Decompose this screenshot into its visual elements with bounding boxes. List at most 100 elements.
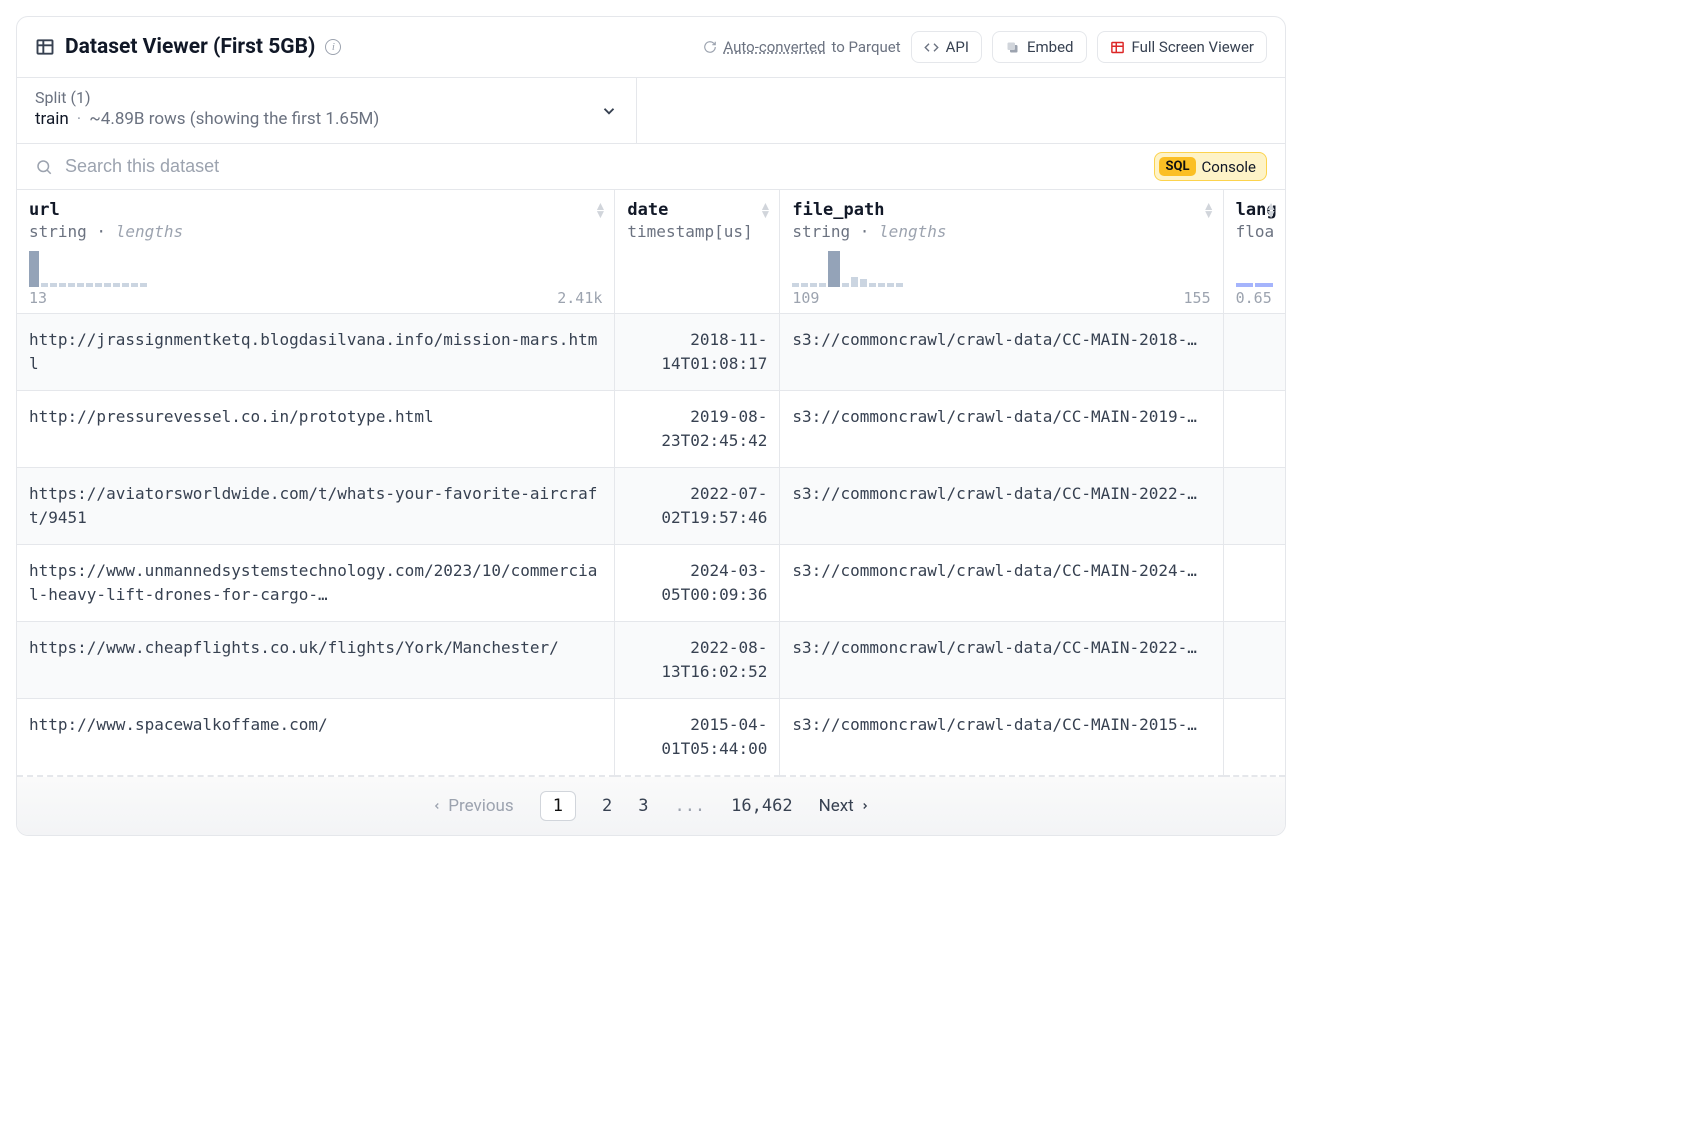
cell-lang: [1223, 314, 1285, 391]
page-3[interactable]: 3: [638, 796, 648, 816]
cell-url: http://jrassignmentketq.blogdasilvana.in…: [17, 314, 615, 391]
cell-lang: [1223, 391, 1285, 468]
column-header-date[interactable]: date timestamp[us] ▲▼: [615, 190, 780, 314]
code-icon: [924, 40, 939, 55]
console-label: Console: [1202, 158, 1257, 176]
cell-date: 2022-08- 13T16:02:52: [615, 622, 780, 699]
page-title: Dataset Viewer (First 5GB): [65, 35, 315, 59]
prev-label: Previous: [448, 796, 513, 816]
split-row: Split (1) train · ~4.89B rows (showing t…: [17, 78, 1285, 144]
split-empty: [637, 78, 1285, 143]
col-name: date: [627, 200, 767, 220]
cell-lang: [1223, 622, 1285, 699]
search-input[interactable]: [65, 156, 1142, 177]
col-type: floa: [1236, 222, 1273, 241]
cell-url: https://aviatorsworldwide.com/t/whats-yo…: [17, 468, 615, 545]
histogram-labels: 132.41k: [29, 289, 602, 307]
table-row[interactable]: https://www.unmannedsystemstechnology.co…: [17, 545, 1285, 622]
header-left: Dataset Viewer (First 5GB) i: [35, 35, 341, 59]
chevron-right-icon: [860, 800, 870, 812]
split-label: Split (1): [35, 88, 618, 107]
cell-date: 2022-07- 02T19:57:46: [615, 468, 780, 545]
data-table: url string · lengths ▲▼ 132.41k date timestam…: [17, 190, 1285, 777]
col-type: string · lengths: [792, 222, 1210, 241]
table-row[interactable]: http://pressurevessel.co.in/prototype.ht…: [17, 391, 1285, 468]
next-button[interactable]: Next: [819, 796, 870, 816]
split-name: train: [35, 109, 69, 129]
table-grid-icon: [1110, 40, 1125, 55]
auto-convert-note: Auto-converted to Parquet: [703, 38, 900, 56]
col-name: file_path: [792, 200, 1210, 220]
page-ellipsis: ...: [674, 796, 705, 816]
search-icon: [35, 158, 53, 176]
histogram-labels: 109155: [792, 289, 1210, 307]
chevron-left-icon: [432, 800, 442, 812]
page-numbers: 1 2 3... 16,462: [540, 791, 793, 821]
embed-button[interactable]: Embed: [992, 31, 1087, 63]
cell-filepath: s3://commoncrawl/crawl-data/CC-MAIN-2015…: [780, 699, 1223, 777]
page-2[interactable]: 2: [602, 796, 612, 816]
fullscreen-button[interactable]: Full Screen Viewer: [1097, 31, 1268, 63]
prev-button[interactable]: Previous: [432, 796, 513, 816]
table-body: http://jrassignmentketq.blogdasilvana.in…: [17, 314, 1285, 777]
sort-icon[interactable]: ▲▼: [1203, 202, 1215, 218]
pagination: Previous 1 2 3... 16,462 Next: [17, 777, 1285, 835]
cell-date: 2015-04- 01T05:44:00: [615, 699, 780, 777]
copy-icon: [1005, 40, 1020, 55]
split-detail: train · ~4.89B rows (showing the first 1…: [35, 109, 618, 129]
refresh-icon: [703, 40, 717, 54]
table-wrap: url string · lengths ▲▼ 132.41k date timestam…: [17, 190, 1285, 777]
header: Dataset Viewer (First 5GB) i Auto-conver…: [17, 17, 1285, 78]
header-right: Auto-converted to Parquet API Embed: [703, 31, 1267, 63]
cell-date: 2018-11- 14T01:08:17: [615, 314, 780, 391]
cell-url: https://www.cheapflights.co.uk/flights/Y…: [17, 622, 615, 699]
header-row: url string · lengths ▲▼ 132.41k date timestam…: [17, 190, 1285, 314]
cell-lang: [1223, 545, 1285, 622]
histogram: [792, 251, 1210, 287]
auto-convert-link[interactable]: Auto-converted: [723, 38, 825, 56]
next-label: Next: [819, 796, 854, 816]
cell-url: https://www.unmannedsystemstechnology.co…: [17, 545, 615, 622]
histogram: [1236, 251, 1273, 287]
info-icon[interactable]: i: [325, 39, 341, 55]
cell-url: http://www.spacewalkoffame.com/: [17, 699, 615, 777]
table-row[interactable]: http://www.spacewalkoffame.com/2015-04- …: [17, 699, 1285, 777]
split-selector[interactable]: Split (1) train · ~4.89B rows (showing t…: [17, 78, 637, 143]
sql-badge: SQL: [1159, 157, 1195, 176]
sort-icon[interactable]: ▲▼: [1265, 202, 1277, 218]
cell-date: 2019-08- 23T02:45:42: [615, 391, 780, 468]
fullscreen-label: Full Screen Viewer: [1132, 38, 1255, 56]
histogram: [29, 251, 602, 287]
sort-icon[interactable]: ▲▼: [595, 202, 607, 218]
cell-lang: [1223, 699, 1285, 777]
auto-convert-suffix: to Parquet: [831, 38, 900, 56]
cell-filepath: s3://commoncrawl/crawl-data/CC-MAIN-2019…: [780, 391, 1223, 468]
cell-filepath: s3://commoncrawl/crawl-data/CC-MAIN-2018…: [780, 314, 1223, 391]
split-separator: ·: [77, 109, 81, 129]
chevron-down-icon: [600, 102, 618, 120]
column-header-url[interactable]: urlstring · lengths▲▼132.41k: [17, 190, 615, 314]
histogram-labels: 0.65: [1236, 289, 1273, 307]
cell-lang: [1223, 468, 1285, 545]
table-row[interactable]: http://jrassignmentketq.blogdasilvana.in…: [17, 314, 1285, 391]
cell-date: 2024-03- 05T00:09:36: [615, 545, 780, 622]
sql-console-button[interactable]: SQL Console: [1154, 152, 1267, 181]
cell-url: http://pressurevessel.co.in/prototype.ht…: [17, 391, 615, 468]
dataset-viewer: Dataset Viewer (First 5GB) i Auto-conver…: [16, 16, 1286, 836]
col-name: url: [29, 200, 602, 220]
cell-filepath: s3://commoncrawl/crawl-data/CC-MAIN-2022…: [780, 468, 1223, 545]
cell-filepath: s3://commoncrawl/crawl-data/CC-MAIN-2024…: [780, 545, 1223, 622]
page-1[interactable]: 1: [540, 791, 576, 821]
embed-label: Embed: [1027, 38, 1074, 56]
column-header-lang[interactable]: langfloa▲▼0.65: [1223, 190, 1285, 314]
api-button[interactable]: API: [911, 31, 982, 63]
column-header-file_path[interactable]: file_pathstring · lengths ▲▼ 109155: [780, 190, 1223, 314]
search-row: SQL Console: [17, 144, 1285, 190]
sort-icon[interactable]: ▲▼: [759, 202, 771, 218]
page-16,462[interactable]: 16,462: [731, 796, 792, 816]
table-icon: [35, 37, 55, 57]
table-row[interactable]: https://www.cheapflights.co.uk/flights/Y…: [17, 622, 1285, 699]
table-row[interactable]: https://aviatorsworldwide.com/t/whats-yo…: [17, 468, 1285, 545]
split-count: ~4.89B rows (showing the first 1.65M): [89, 109, 379, 129]
col-type: timestamp[us]: [627, 222, 767, 241]
